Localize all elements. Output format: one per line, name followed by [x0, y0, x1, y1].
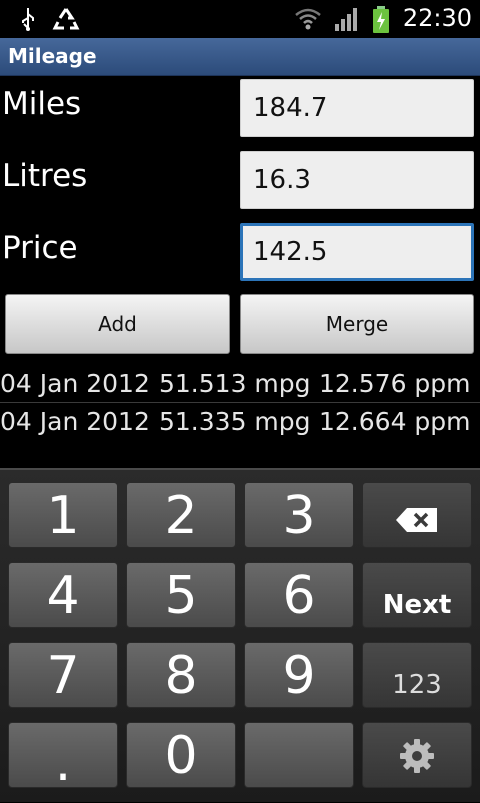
- key-9[interactable]: 9: [244, 642, 354, 708]
- key-4[interactable]: 4: [8, 562, 118, 628]
- key-3[interactable]: 3: [244, 482, 354, 548]
- entry-ppm: 12.664 ppm: [319, 407, 471, 436]
- add-button[interactable]: Add: [5, 294, 230, 354]
- list-item[interactable]: 04 Jan 2012 51.513 mpg 12.576 ppm: [0, 365, 480, 403]
- litres-label: Litres: [2, 158, 88, 194]
- clock: 22:30: [402, 4, 472, 32]
- merge-button[interactable]: Merge: [240, 294, 474, 354]
- wifi-icon: [295, 8, 321, 30]
- list-item[interactable]: 04 Jan 2012 51.335 mpg 12.664 ppm: [0, 403, 480, 441]
- entry-date: 04 Jan 2012: [0, 369, 150, 398]
- miles-input[interactable]: 184.7: [240, 79, 474, 137]
- key-2[interactable]: 2: [126, 482, 236, 548]
- price-label: Price: [2, 230, 78, 266]
- app-title-bar: Mileage: [0, 38, 480, 76]
- key-5[interactable]: 5: [126, 562, 236, 628]
- settings-key[interactable]: [362, 722, 472, 788]
- blank-key[interactable]: [244, 722, 354, 788]
- next-key-label: Next: [382, 590, 452, 620]
- app-title: Mileage: [8, 44, 97, 68]
- usb-icon: [22, 8, 34, 31]
- price-input[interactable]: 142.5: [240, 223, 474, 281]
- signal-icon: [335, 8, 357, 31]
- key-dot[interactable]: .: [8, 722, 118, 793]
- key-0[interactable]: 0: [126, 722, 236, 788]
- mode-key-label: 123: [392, 670, 442, 700]
- numeric-keyboard: 1 2 3 4 5 6 Next 7 8 9 123 . 0: [0, 468, 480, 802]
- mode-key[interactable]: 123: [362, 642, 472, 708]
- recycle-icon: [52, 8, 80, 30]
- entry-mpg: 51.513 mpg: [159, 369, 311, 398]
- gear-icon: [400, 739, 434, 773]
- entry-mpg: 51.335 mpg: [159, 407, 311, 436]
- key-6[interactable]: 6: [244, 562, 354, 628]
- key-7[interactable]: 7: [8, 642, 118, 708]
- key-1[interactable]: 1: [8, 482, 118, 548]
- litres-input[interactable]: 16.3: [240, 151, 474, 209]
- backspace-icon: [396, 508, 437, 532]
- backspace-key[interactable]: [362, 482, 472, 548]
- status-bar: 22:30: [0, 0, 480, 38]
- key-8[interactable]: 8: [126, 642, 236, 708]
- miles-label: Miles: [2, 86, 82, 122]
- next-key[interactable]: Next: [362, 562, 472, 628]
- battery-charging-icon: [373, 6, 389, 33]
- entry-ppm: 12.576 ppm: [319, 369, 471, 398]
- entry-date: 04 Jan 2012: [0, 407, 150, 436]
